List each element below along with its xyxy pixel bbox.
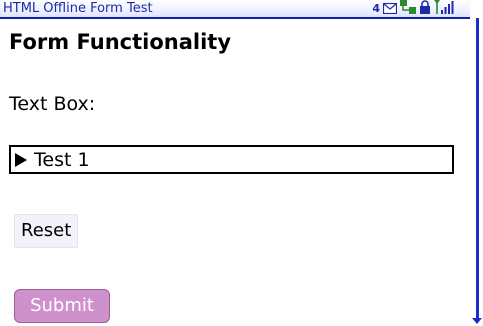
text-box-value: Test 1 [34,148,90,171]
scroll-down-arrow-icon[interactable] [472,318,482,324]
notification-count: 4 [372,2,380,15]
text-box-label: Text Box: [9,93,96,115]
vertical-scrollbar[interactable] [470,0,483,326]
lock-icon [419,0,431,18]
submit-button[interactable]: Submit [14,289,110,323]
title-bar: HTML Offline Form Test 4 [0,0,470,19]
reset-button[interactable]: Reset [14,214,79,248]
status-icons: 4 [372,0,456,18]
text-box-input[interactable]: Test 1 [9,145,454,174]
message-envelope-icon [382,0,398,18]
network-icon [400,0,416,18]
signal-antenna-icon [434,0,456,18]
window-title: HTML Offline Form Test [3,1,153,16]
scrollbar-track [476,18,479,318]
page-title: Form Functionality [9,30,232,54]
focus-arrow-icon [15,152,27,167]
